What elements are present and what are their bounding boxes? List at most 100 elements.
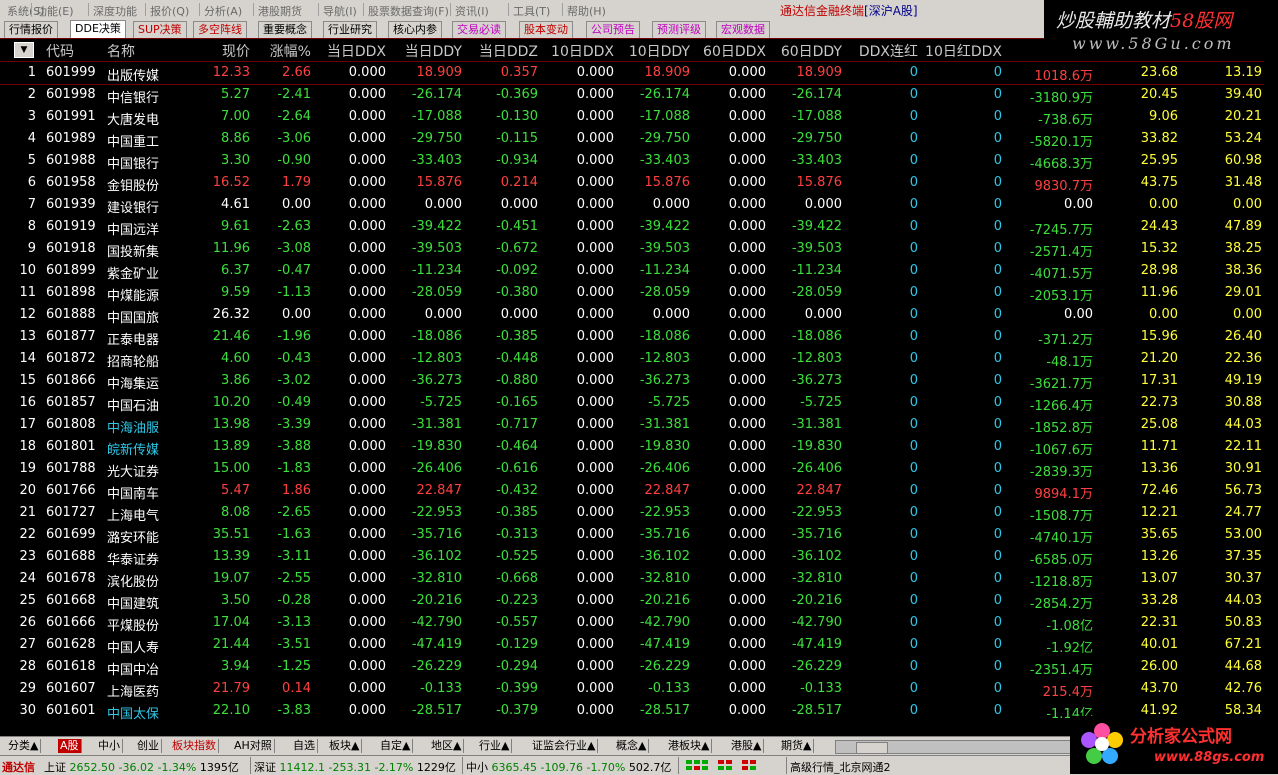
market-tab-1[interactable]: A股 (58, 739, 82, 753)
cell-ddy: -5.725 (420, 395, 462, 410)
market-tab-9[interactable]: 地区▲ (429, 739, 465, 753)
market-tab-2[interactable]: 中小 (96, 739, 123, 753)
market-tab-0[interactable]: 分类▲ (6, 739, 42, 753)
column-header-3[interactable]: 涨幅% (270, 41, 311, 61)
market-tab-7[interactable]: 板块▲ (327, 739, 363, 753)
column-header-0[interactable]: 代码 (46, 41, 74, 61)
menu-item-5[interactable]: 港股期货 (258, 3, 302, 19)
market-tab-3[interactable]: 创业 (135, 739, 162, 753)
market-tab-8[interactable]: 自定▲ (378, 739, 414, 753)
market-tab-5[interactable]: AH对照 (232, 739, 275, 753)
tab-7[interactable]: 交易必读 (452, 21, 506, 38)
market-tab-11[interactable]: 证监会行业▲ (530, 739, 599, 753)
menu-item-8[interactable]: 资讯(I) (455, 3, 489, 19)
tab-9[interactable]: 公司预告 (586, 21, 640, 38)
menu-item-10[interactable]: 帮助(H) (567, 3, 606, 19)
table-row[interactable]: 13 601877 正泰电器 21.46 -1.96 0.000 -18.086 -0.385… (0, 326, 1278, 348)
column-header-7[interactable]: 10日DDX (551, 41, 614, 61)
table-row[interactable]: 29 601607 上海医药 21.79 0.14 0.000 -0.133 -0.399 0.… (0, 678, 1278, 700)
table-row[interactable]: 21 601727 上海电气 8.08 -2.65 0.000 -22.953 -0.385 0… (0, 502, 1278, 524)
table-row[interactable]: 11 601898 中煤能源 9.59 -1.13 0.000 -28.059 -0.380 0… (0, 282, 1278, 304)
column-header-10[interactable]: 60日DDY (781, 41, 842, 61)
tab-3[interactable]: 多空阵线 (193, 21, 247, 38)
cell-c2: 44.03 (1224, 593, 1262, 608)
tab-8[interactable]: 股本变动 (519, 21, 573, 38)
column-header-9[interactable]: 60日DDX (703, 41, 766, 61)
market-scope[interactable]: [深沪A股] (864, 4, 918, 18)
table-row[interactable]: 16 601857 中国石油 10.20 -0.49 0.000 -5.725 -0.165 0… (0, 392, 1278, 414)
market-tab-10[interactable]: 行业▲ (477, 739, 513, 753)
market-tab-4[interactable]: 板块指数 (170, 739, 219, 753)
table-row[interactable]: 19 601788 光大证券 15.00 -1.83 0.000 -26.406 -0.616… (0, 458, 1278, 480)
cell-ddy10: -26.406 (639, 461, 690, 476)
table-row[interactable]: 6 601958 金钼股份 16.52 1.79 0.000 15.876 0.214 0.00… (0, 172, 1278, 194)
table-row[interactable]: 5 601988 中国银行 3.30 -0.90 0.000 -33.403 -0.934 0.… (0, 150, 1278, 172)
table-row[interactable]: 3 601991 大唐发电 7.00 -2.64 0.000 -17.088 -0.130 0.… (0, 106, 1278, 128)
table-row[interactable]: 28 601618 中国中冶 3.94 -1.25 0.000 -26.229 -0.294 0… (0, 656, 1278, 678)
tab-10[interactable]: 预测评级 (652, 21, 706, 38)
server-status[interactable]: 高级行情_北京网通2 (790, 759, 891, 775)
menu-item-1[interactable]: 功能(E) (36, 3, 74, 19)
cell-chg: -3.02 (277, 373, 311, 388)
table-row[interactable]: 17 601808 中海油服 13.98 -3.39 0.000 -31.381 -0.717… (0, 414, 1278, 436)
market-tab-14[interactable]: 港股▲ (729, 739, 765, 753)
menu-item-3[interactable]: 报价(Q) (150, 3, 189, 19)
table-row[interactable]: 15 601866 中海集运 3.86 -3.02 0.000 -36.273 -0.880 0… (0, 370, 1278, 392)
table-row[interactable]: 1 601999 出版传媒 12.33 2.66 0.000 18.909 0.357 0.00… (0, 62, 1278, 85)
table-row[interactable]: 14 601872 招商轮船 4.60 -0.43 0.000 -12.803 -0.448 0… (0, 348, 1278, 370)
tab-0[interactable]: 行情报价 (4, 21, 58, 38)
table-row[interactable]: 2 601998 中信银行 5.27 -2.41 0.000 -26.174 -0.369 0.… (0, 84, 1278, 106)
market-tab-12[interactable]: 概念▲ (614, 739, 650, 753)
cell-ddy10: -28.059 (639, 285, 690, 300)
table-row[interactable]: 10 601899 紫金矿业 6.37 -0.47 0.000 -11.234 -0.092 0… (0, 260, 1278, 282)
cell-c1: 22.73 (1140, 395, 1178, 410)
cell-chg: -0.28 (277, 593, 311, 608)
column-header-5[interactable]: 当日DDY (405, 41, 462, 61)
main-net-unit: 万 (1079, 289, 1093, 304)
cell-ddz: 0.000 (500, 307, 538, 322)
zx-index-block[interactable]: 中小 6365.45 -109.76 -1.70% 502.7亿 (466, 759, 671, 775)
table-row[interactable]: 24 601678 滨化股份 19.07 -2.55 0.000 -32.810 -0.668… (0, 568, 1278, 590)
market-tab-15[interactable]: 期货▲ (779, 739, 815, 753)
tab-5[interactable]: 行业研究 (323, 21, 377, 38)
scrollbar-thumb[interactable] (856, 742, 888, 754)
tab-1[interactable]: DDE决策 (70, 20, 126, 39)
menu-item-9[interactable]: 工具(T) (513, 3, 550, 19)
cell-ddx60: 0.000 (728, 395, 766, 410)
column-menu-button[interactable]: ▼ (14, 42, 34, 58)
table-row[interactable]: 9 601918 国投新集 11.96 -3.08 0.000 -39.503 -0.672 0… (0, 238, 1278, 260)
table-row[interactable]: 27 601628 中国人寿 21.44 -3.51 0.000 -47.419 -0.129… (0, 634, 1278, 656)
cell-code: 601727 (46, 505, 96, 520)
menu-item-6[interactable]: 导航(I) (323, 3, 357, 19)
table-row[interactable]: 12 601888 中国国旅 26.32 0.00 0.000 0.000 0.000 0.00… (0, 304, 1278, 326)
column-header-11[interactable]: DDX连红 (859, 41, 918, 61)
sh-index-block[interactable]: 上证 2652.50 -36.02 -1.34% 1395亿 (44, 759, 239, 775)
table-row[interactable]: 4 601989 中国重工 8.86 -3.06 0.000 -29.750 -0.115 0.… (0, 128, 1278, 150)
menu-item-7[interactable]: 股票数据查询(F) (368, 3, 449, 19)
column-header-6[interactable]: 当日DDZ (479, 41, 538, 61)
table-row[interactable]: 7 601939 建设银行 4.61 0.00 0.000 0.000 0.000 0.000 0… (0, 194, 1278, 216)
table-row[interactable]: 22 601699 潞安环能 35.51 -1.63 0.000 -35.716 -0.313… (0, 524, 1278, 546)
table-row[interactable]: 26 601666 平煤股份 17.04 -3.13 0.000 -42.790 -0.557… (0, 612, 1278, 634)
tab-4[interactable]: 重要概念 (258, 21, 312, 38)
tab-11[interactable]: 宏观数据 (716, 21, 770, 38)
column-header-12[interactable]: 10日红DDX (925, 41, 1002, 61)
table-row[interactable]: 25 601668 中国建筑 3.50 -0.28 0.000 -20.216 -0.223 0… (0, 590, 1278, 612)
table-row[interactable]: 18 601801 皖新传媒 13.89 -3.88 0.000 -19.830 -0.464… (0, 436, 1278, 458)
cell-red10: 0 (993, 263, 1002, 278)
menu-item-4[interactable]: 分析(A) (204, 3, 242, 19)
table-row[interactable]: 23 601688 华泰证券 13.39 -3.11 0.000 -36.102 -0.525… (0, 546, 1278, 568)
table-row[interactable]: 20 601766 中国南车 5.47 1.86 0.000 22.847 -0.432 0.0… (0, 480, 1278, 502)
column-header-2[interactable]: 现价 (222, 41, 250, 61)
menu-item-2[interactable]: 深度功能 (93, 3, 137, 19)
column-header-8[interactable]: 10日DDY (629, 41, 690, 61)
table-row[interactable]: 8 601919 中国远洋 9.61 -2.63 0.000 -39.422 -0.451 0.… (0, 216, 1278, 238)
market-tab-13[interactable]: 港板块▲ (666, 739, 713, 753)
horizontal-scrollbar[interactable] (835, 740, 1077, 754)
tab-2[interactable]: SUP决策 (133, 21, 187, 38)
column-header-1[interactable]: 名称 (107, 41, 135, 61)
column-header-4[interactable]: 当日DDX (327, 41, 386, 61)
tab-6[interactable]: 核心内参 (388, 21, 442, 38)
sz-index-block[interactable]: 深证 11412.1 -253.31 -2.17% 1229亿 (254, 759, 456, 775)
market-tab-6[interactable]: 自选 (291, 739, 318, 753)
